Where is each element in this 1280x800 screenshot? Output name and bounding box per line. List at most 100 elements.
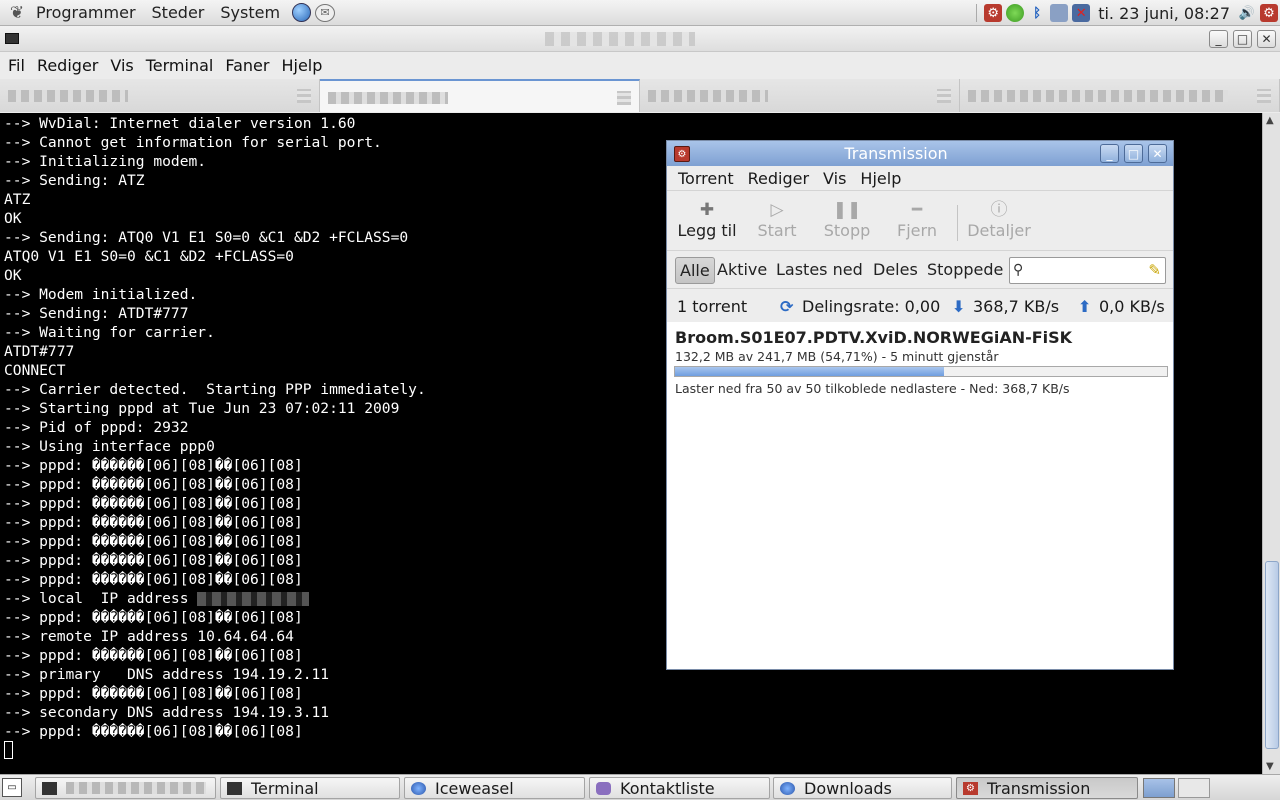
- menu-edit[interactable]: Rediger: [741, 169, 816, 188]
- info-icon: ⓘ: [990, 200, 1008, 220]
- tab-close-icon[interactable]: [297, 89, 311, 103]
- terminal-line: --> secondary DNS address 194.19.3.11: [4, 704, 330, 721]
- tab-close-icon[interactable]: [617, 91, 631, 105]
- pause-icon: ❚❚: [832, 200, 862, 220]
- tab-label-redacted: [8, 90, 128, 102]
- tab-close-icon[interactable]: [1257, 89, 1271, 103]
- mail-launcher-icon[interactable]: ✉: [315, 3, 336, 22]
- task-redacted[interactable]: [35, 777, 216, 799]
- torrent-status-text: Laster ned fra 50 av 50 tilkoblede nedla…: [675, 381, 1070, 396]
- terminal-window-icon[interactable]: [5, 33, 19, 44]
- volume-icon[interactable]: 🔊: [1238, 4, 1256, 22]
- transmission-menubar: Torrent Rediger Vis Hjelp: [667, 167, 1173, 191]
- menu-places[interactable]: Steder: [144, 3, 213, 22]
- remove-button[interactable]: ━ Fjern: [882, 199, 952, 240]
- workspace-1[interactable]: [1143, 778, 1175, 798]
- stop-button[interactable]: ❚❚ Stopp: [812, 199, 882, 240]
- details-button[interactable]: ⓘ Detaljer: [964, 199, 1034, 240]
- network-manager-icon[interactable]: [1050, 4, 1069, 22]
- gnome-foot-icon[interactable]: ❦: [6, 2, 28, 24]
- terminal-titlebar[interactable]: _ □ ✕: [0, 26, 1280, 52]
- upload-speed: 0,0 KB/s: [1099, 297, 1165, 316]
- menu-help[interactable]: Hjelp: [853, 169, 908, 188]
- task-buddy-list[interactable]: Kontaktliste: [589, 777, 770, 799]
- filter-seeding[interactable]: Deles: [869, 257, 922, 284]
- scroll-up-icon[interactable]: ▲: [1266, 115, 1274, 126]
- filter-all[interactable]: Alle: [675, 257, 715, 284]
- minimize-button[interactable]: _: [1100, 144, 1119, 163]
- task-terminal[interactable]: Terminal: [220, 777, 400, 799]
- task-downloads[interactable]: Downloads: [773, 777, 952, 799]
- clear-search-icon[interactable]: ✎: [1148, 261, 1161, 279]
- menu-system[interactable]: System: [212, 3, 288, 22]
- maximize-button[interactable]: □: [1124, 144, 1143, 163]
- filter-active[interactable]: Aktive: [713, 257, 771, 284]
- filter-stopped[interactable]: Stoppede: [923, 257, 1007, 284]
- menu-view[interactable]: Vis: [816, 169, 853, 188]
- minimize-button[interactable]: _: [1209, 30, 1228, 48]
- torrent-name: Broom.S01E07.PDTV.XviD.NORWEGiAN-FiSK: [675, 328, 1073, 347]
- maximize-button[interactable]: □: [1233, 30, 1252, 48]
- search-input[interactable]: ⚲ ✎: [1009, 257, 1166, 284]
- menu-applications[interactable]: Programmer: [28, 3, 144, 22]
- terminal-tab[interactable]: [960, 79, 1280, 112]
- web-browser-launcher-icon[interactable]: [292, 3, 312, 22]
- ratio-refresh-icon: ⟳: [780, 297, 794, 316]
- stop-label: Stopp: [823, 221, 871, 240]
- network-disconnected-icon[interactable]: ✕: [1072, 4, 1091, 22]
- show-desktop-button[interactable]: ▭: [2, 778, 22, 797]
- menu-file[interactable]: Fil: [2, 56, 31, 75]
- tab-label-redacted: [328, 92, 448, 104]
- filter-downloading[interactable]: Lastes ned: [772, 257, 867, 284]
- scroll-down-icon[interactable]: ▼: [1266, 761, 1274, 772]
- task-label: Iceweasel: [435, 778, 514, 798]
- torrent-progress-text: 132,2 MB av 241,7 MB (54,71%) - 5 minutt…: [675, 349, 999, 364]
- menu-view[interactable]: Vis: [104, 56, 139, 75]
- scrollbar-thumb[interactable]: [1265, 561, 1279, 749]
- menu-terminal[interactable]: Terminal: [140, 56, 220, 75]
- details-label: Detaljer: [967, 221, 1031, 240]
- terminal-menubar: Fil Rediger Vis Terminal Faner Hjelp: [0, 53, 1280, 77]
- remove-label: Fjern: [897, 221, 937, 240]
- workspace-2[interactable]: [1178, 778, 1210, 798]
- transmission-tray-icon[interactable]: ⚙: [984, 4, 1003, 22]
- start-label: Start: [757, 221, 797, 240]
- task-iceweasel[interactable]: Iceweasel: [404, 777, 585, 799]
- torrent-count: 1 torrent: [677, 297, 748, 316]
- pidgin-icon: [596, 781, 611, 795]
- minus-icon: ━: [911, 200, 923, 220]
- iceweasel-icon: [411, 781, 426, 795]
- clock[interactable]: ti. 23 juni, 08:27: [1098, 4, 1230, 23]
- menu-tabs[interactable]: Faner: [219, 56, 275, 75]
- task-label-redacted: [66, 782, 206, 794]
- menu-edit[interactable]: Rediger: [31, 56, 104, 75]
- transmission-titlebar[interactable]: ⚙ Transmission _ □ ✕: [667, 141, 1173, 166]
- terminal-task-icon: [42, 781, 57, 795]
- terminal-tab[interactable]: [0, 79, 320, 112]
- terminal-scrollbar[interactable]: ▲ ▼: [1262, 113, 1280, 774]
- close-button[interactable]: ✕: [1148, 144, 1167, 163]
- terminal-tab[interactable]: [640, 79, 960, 112]
- task-transmission[interactable]: ⚙ Transmission: [956, 777, 1138, 799]
- transmission-icon: ⚙: [963, 781, 978, 795]
- tab-close-icon[interactable]: [937, 89, 951, 103]
- bluetooth-icon[interactable]: ᛒ: [1028, 4, 1046, 22]
- terminal-tabbar: [0, 79, 1280, 112]
- progress-fill: [675, 367, 945, 376]
- user-switch-icon[interactable]: ⚙: [1260, 4, 1278, 22]
- top-panel: ❦ Programmer Steder System ✉ ⚙ ᛒ ✕ ti. 2…: [0, 0, 1280, 26]
- window-title: Transmission: [844, 144, 948, 163]
- filter-bar: Alle Aktive Lastes ned Deles Stoppede ⚲ …: [667, 253, 1173, 289]
- binoculars-icon: ⚲: [1013, 262, 1024, 278]
- iceweasel-icon: [780, 781, 795, 795]
- close-button[interactable]: ✕: [1257, 30, 1276, 48]
- pidgin-status-icon[interactable]: [1006, 4, 1025, 22]
- terminal-tab-active[interactable]: [320, 79, 640, 112]
- terminal-title-redacted: [545, 32, 695, 46]
- menu-help[interactable]: Hjelp: [275, 56, 328, 75]
- start-button[interactable]: ▷ Start: [742, 199, 812, 240]
- terminal-cursor-line: [4, 741, 1262, 760]
- menu-torrent[interactable]: Torrent: [671, 169, 741, 188]
- add-torrent-button[interactable]: ✚ Legg til: [672, 199, 742, 240]
- text-cursor: [4, 741, 13, 759]
